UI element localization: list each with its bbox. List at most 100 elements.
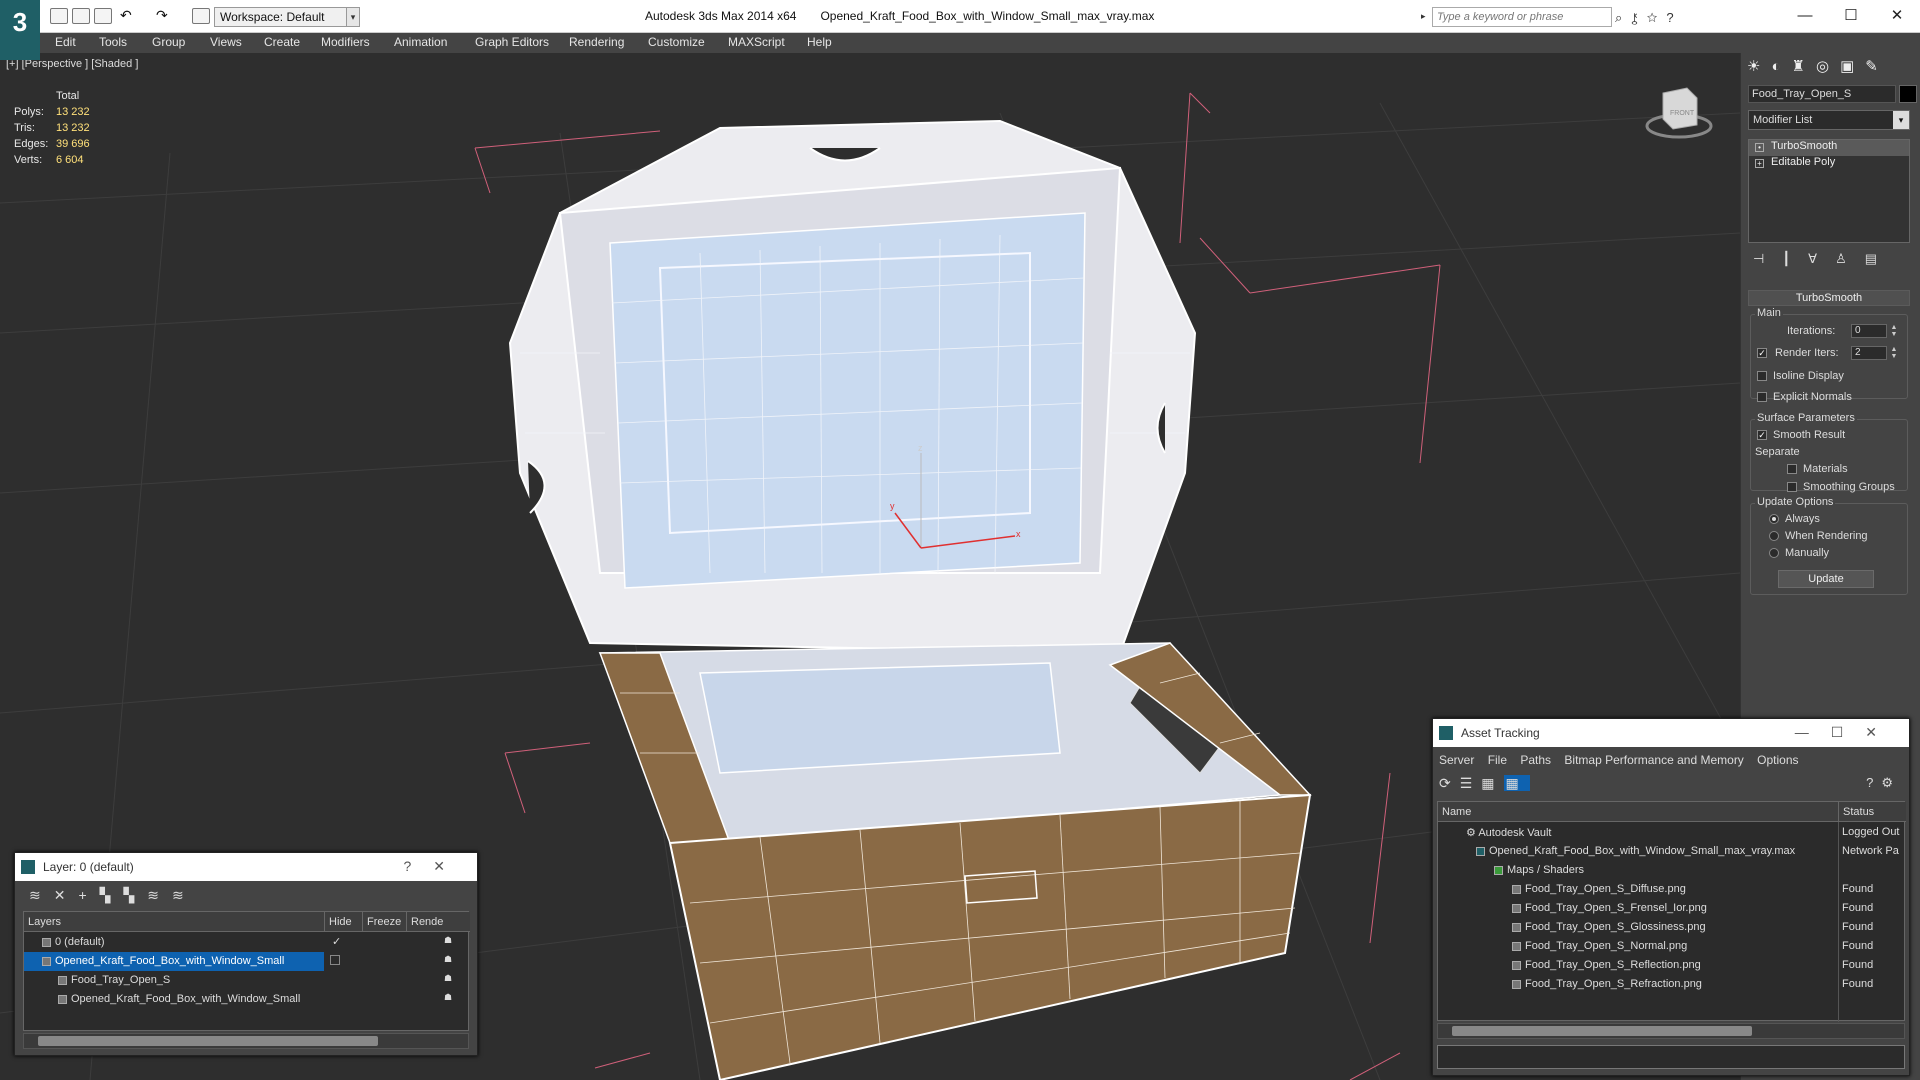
app-menu-button[interactable]: 3 [0, 0, 40, 60]
key-icon[interactable]: ⚷ [1631, 10, 1646, 25]
column-header-layers[interactable]: Layers [24, 912, 324, 932]
update-when-rendering-radio[interactable]: When Rendering [1769, 530, 1868, 547]
object-name-field[interactable]: Food_Tray_Open_S [1748, 85, 1896, 103]
vault-settings-icon[interactable]: ⚙ [1881, 775, 1901, 790]
redo-icon[interactable]: ↷ [156, 8, 174, 24]
close-button[interactable]: ✕ [1874, 5, 1920, 27]
help-icon[interactable]: ? [1666, 10, 1682, 25]
render-iters-checkbox[interactable]: ✓ [1757, 347, 1773, 359]
create-tab-icon[interactable]: ☀ [1747, 58, 1771, 75]
help-icon[interactable]: ? [403, 858, 433, 874]
list-view-icon[interactable]: ☰ [1460, 775, 1482, 791]
configure-sets-icon[interactable]: ▤ [1865, 251, 1895, 266]
horizontal-scrollbar[interactable] [1437, 1023, 1905, 1039]
table-row[interactable]: 0 (default) ✓ ☗ [24, 933, 470, 952]
table-row[interactable]: Food_Tray_Open_S_Frensel_Ior.png Found [1438, 899, 1906, 918]
menu-maxscript[interactable]: MAXScript [728, 35, 785, 49]
expand-arrow-icon[interactable]: ▸ [1421, 11, 1426, 22]
binoculars-icon[interactable]: ⌕ [1615, 10, 1631, 25]
menu-rendering[interactable]: Rendering [569, 35, 624, 49]
utilities-tab-icon[interactable]: ✎ [1865, 58, 1889, 75]
table-row[interactable]: Food_Tray_Open_S_Refraction.png Found [1438, 975, 1906, 994]
menu-edit[interactable]: Edit [55, 35, 76, 49]
rollout-header[interactable]: TurboSmooth [1748, 290, 1910, 306]
table-row[interactable]: ⚙ Autodesk Vault Logged Out [1438, 823, 1906, 842]
modifier-list-dropdown[interactable]: Modifier List ▾ [1748, 110, 1910, 130]
minimize-icon[interactable]: — [1795, 724, 1831, 740]
menu-views[interactable]: Views [210, 35, 242, 49]
refresh-icon[interactable]: ⟳ [1439, 775, 1460, 791]
thumbnail-view-icon[interactable]: ▦ [1481, 775, 1503, 791]
spinner-arrows-icon[interactable]: ▲ ▼ [1889, 324, 1899, 338]
highlight-layer-icon[interactable]: ▚ [123, 887, 147, 903]
scrollbar-thumb[interactable] [1452, 1026, 1752, 1036]
menu-graph-editors[interactable]: Graph Editors [475, 35, 549, 49]
chevron-down-icon[interactable]: ▾ [346, 7, 360, 27]
show-end-result-icon[interactable]: ┃ [1782, 251, 1808, 266]
remove-modifier-icon[interactable]: ♙ [1835, 251, 1865, 266]
new-file-icon[interactable] [50, 8, 68, 24]
workspace-dropdown[interactable]: Workspace: Default [214, 7, 359, 27]
table-row[interactable]: Food_Tray_Open_S_Reflection.png Found [1438, 956, 1906, 975]
create-layer-icon[interactable]: ≋ [29, 887, 54, 903]
update-manually-radio[interactable]: Manually [1769, 547, 1829, 564]
display-tab-icon[interactable]: ▣ [1840, 58, 1865, 75]
render-icon[interactable]: ☗ [444, 954, 452, 965]
menu-bitmap-performance[interactable]: Bitmap Performance and Memory [1564, 753, 1743, 767]
column-header-freeze[interactable]: Freeze [362, 912, 406, 932]
render-iters-spinner[interactable]: 2 [1851, 346, 1887, 360]
menu-group[interactable]: Group [152, 35, 185, 49]
iterations-spinner[interactable]: 0 [1851, 324, 1887, 338]
delete-layer-icon[interactable]: ✕ [54, 887, 79, 903]
stack-item-editable-poly[interactable]: + Editable Poly [1749, 156, 1909, 172]
explicit-normals-option[interactable]: Explicit Normals [1757, 391, 1852, 408]
pin-stack-icon[interactable]: ⊣ [1753, 251, 1782, 266]
menu-create[interactable]: Create [264, 35, 300, 49]
column-header-hide[interactable]: Hide [324, 912, 362, 932]
undo-icon[interactable]: ↶ [120, 8, 138, 24]
table-row[interactable]: Food_Tray_Open_S_Diffuse.png Found [1438, 880, 1906, 899]
lightbulb-icon[interactable]: • [1755, 143, 1764, 152]
table-view-icon[interactable]: ▦ [1503, 775, 1530, 791]
table-row[interactable]: Opened_Kraft_Food_Box_with_Window_Small [24, 952, 324, 971]
table-row[interactable]: Maps / Shaders [1438, 861, 1906, 880]
motion-tab-icon[interactable]: ◎ [1816, 58, 1840, 75]
menu-server[interactable]: Server [1439, 753, 1474, 767]
scrollbar-thumb[interactable] [38, 1036, 378, 1046]
star-icon[interactable]: ☆ [1647, 10, 1667, 25]
render-icon[interactable]: ☗ [444, 992, 452, 1003]
spinner-arrows-icon[interactable]: ▲ ▼ [1889, 346, 1899, 360]
asset-path-field[interactable] [1437, 1045, 1905, 1069]
add-selection-icon[interactable] [330, 955, 340, 965]
close-icon[interactable]: ✕ [433, 858, 467, 874]
maximize-icon[interactable]: ☐ [1831, 724, 1866, 740]
menu-options[interactable]: Options [1757, 753, 1798, 767]
column-header-status[interactable]: Status [1838, 802, 1906, 822]
column-header-name[interactable]: Name [1438, 802, 1838, 822]
isoline-display-option[interactable]: Isoline Display [1757, 370, 1844, 387]
render-icon[interactable]: ☗ [444, 935, 452, 946]
maximize-button[interactable]: ☐ [1828, 5, 1874, 27]
save-file-icon[interactable] [94, 8, 112, 24]
menu-paths[interactable]: Paths [1520, 753, 1551, 767]
column-header-render[interactable]: Rende [406, 912, 470, 932]
object-color-swatch[interactable] [1899, 85, 1917, 103]
project-folder-icon[interactable] [192, 8, 210, 24]
table-row-flags[interactable]: ☗ [324, 952, 470, 971]
update-always-radio[interactable]: Always [1769, 513, 1820, 530]
search-input[interactable]: Type a keyword or phrase [1432, 7, 1612, 27]
stack-item-turbosmooth[interactable]: • TurboSmooth [1749, 140, 1909, 156]
select-objects-icon[interactable]: ▚ [100, 887, 124, 903]
expand-icon[interactable]: + [1755, 159, 1764, 168]
modify-tab-icon[interactable]: ◐ [1771, 58, 1791, 75]
horizontal-scrollbar[interactable] [23, 1033, 469, 1049]
smooth-result-option[interactable]: ✓ Smooth Result [1757, 429, 1845, 446]
table-row[interactable]: Opened_Kraft_Food_Box_with_Window_Small ☗ [24, 990, 470, 1009]
freeze-all-icon[interactable]: ≋ [172, 887, 197, 903]
menu-animation[interactable]: Animation [394, 35, 447, 49]
close-icon[interactable]: ✕ [1865, 724, 1899, 740]
menu-help[interactable]: Help [807, 35, 832, 49]
table-row[interactable]: Food_Tray_Open_S_Glossiness.png Found [1438, 918, 1906, 937]
help-icon[interactable]: ? [1866, 775, 1881, 790]
table-row[interactable]: Opened_Kraft_Food_Box_with_Window_Small_… [1438, 842, 1906, 861]
